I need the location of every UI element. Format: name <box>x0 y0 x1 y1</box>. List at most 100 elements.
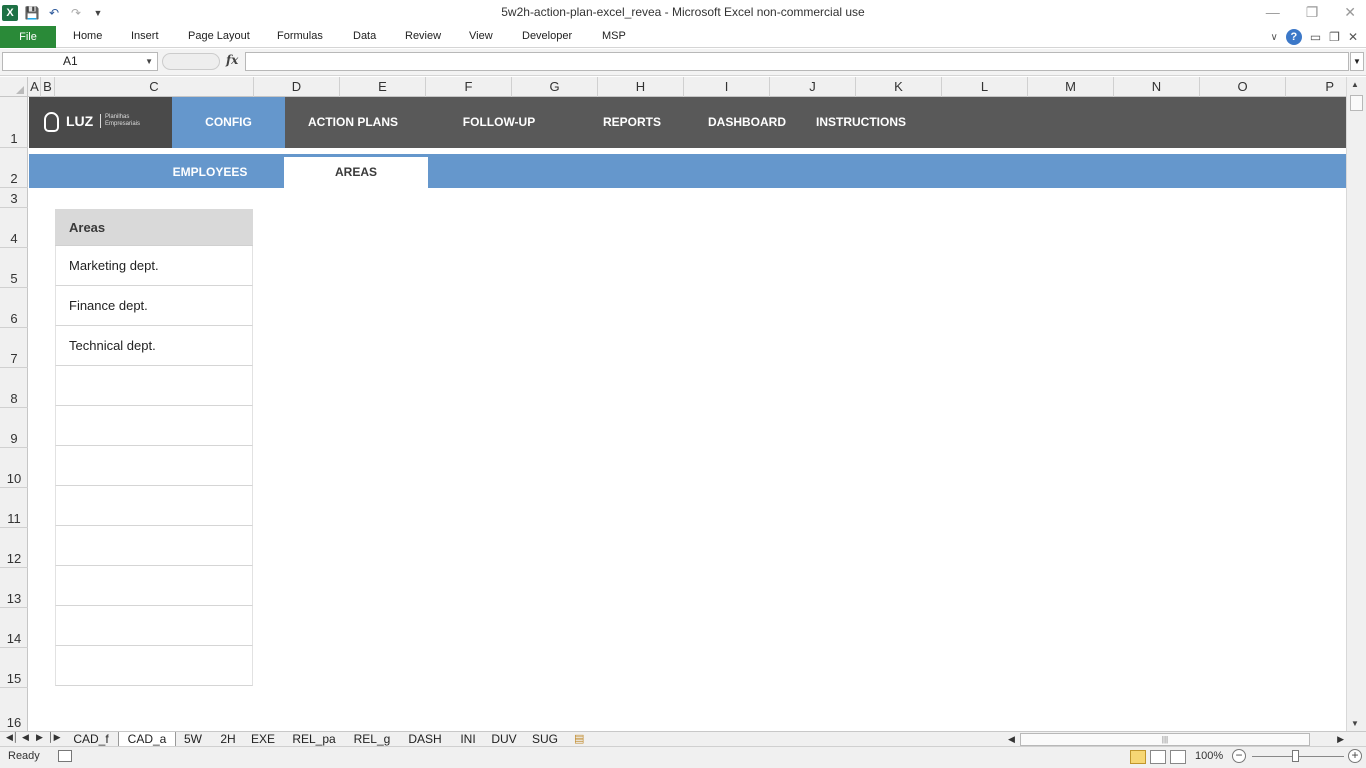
column-header[interactable]: M <box>1028 77 1114 97</box>
nav-reports[interactable]: REPORTS <box>589 97 675 148</box>
help-icon[interactable]: ? <box>1285 29 1302 45</box>
horizontal-scrollbar[interactable]: ◀ ||| ▶ <box>1006 733 1346 746</box>
first-sheet-icon[interactable]: ◀│ <box>6 732 19 743</box>
sheet-tab-rel-g[interactable]: REL_g <box>348 732 396 747</box>
row-header[interactable]: 1 <box>0 97 28 148</box>
row-header[interactable]: 5 <box>0 248 28 288</box>
formula-input[interactable] <box>245 52 1349 71</box>
file-tab[interactable]: File <box>0 26 56 48</box>
sheet-tab-exe[interactable]: EXE <box>246 732 280 747</box>
zoom-level[interactable]: 100% <box>1195 750 1223 762</box>
area-cell[interactable] <box>55 366 253 406</box>
row-header[interactable]: 10 <box>0 448 28 488</box>
sheet-tab-ini[interactable]: INI <box>454 732 482 747</box>
row-header[interactable]: 4 <box>0 208 28 248</box>
tab-view[interactable]: View <box>469 30 493 42</box>
page-break-view-icon[interactable] <box>1170 750 1186 764</box>
tab-home[interactable]: Home <box>73 30 102 42</box>
zoom-out-icon[interactable]: − <box>1232 749 1246 763</box>
column-header[interactable]: C <box>55 77 254 97</box>
minimize-icon[interactable]: — <box>1266 4 1280 21</box>
row-header[interactable]: 11 <box>0 488 28 528</box>
vertical-scrollbar[interactable]: ▲ ▼ <box>1346 77 1366 731</box>
column-header[interactable]: E <box>340 77 426 97</box>
scroll-down-icon[interactable]: ▼ <box>1351 719 1359 728</box>
tab-insert[interactable]: Insert <box>131 30 159 42</box>
last-sheet-icon[interactable]: │▶ <box>48 732 61 743</box>
column-header[interactable]: P <box>1286 77 1346 97</box>
row-header[interactable]: 7 <box>0 328 28 368</box>
column-header[interactable]: N <box>1114 77 1200 97</box>
page-layout-view-icon[interactable] <box>1150 750 1166 764</box>
prev-sheet-icon[interactable]: ◀ <box>22 732 29 743</box>
workbook-close-icon[interactable]: ✕ <box>1348 30 1358 44</box>
sheet-tab-duv[interactable]: DUV <box>488 732 520 747</box>
subnav-employees[interactable]: EMPLOYEES <box>159 157 261 188</box>
nav-dashboard[interactable]: DASHBOARD <box>699 97 795 148</box>
nav-follow-up[interactable]: FOLLOW-UP <box>441 97 557 148</box>
insert-function-icon[interactable]: fx <box>226 53 238 67</box>
worksheet[interactable]: LUZ Planilhas Empresariais CONFIG ACTION… <box>29 97 1346 731</box>
insert-sheet-icon[interactable]: ▤ <box>574 732 584 745</box>
row-header[interactable]: 6 <box>0 288 28 328</box>
nav-instructions[interactable]: INSTRUCTIONS <box>809 97 913 148</box>
column-header[interactable]: J <box>770 77 856 97</box>
area-cell[interactable]: Marketing dept. <box>55 246 253 286</box>
column-header[interactable]: L <box>942 77 1028 97</box>
column-header[interactable]: A <box>29 77 41 97</box>
column-header[interactable]: H <box>598 77 684 97</box>
workbook-minimize-icon[interactable]: ▭ <box>1310 30 1321 44</box>
row-header[interactable]: 12 <box>0 528 28 568</box>
area-cell[interactable]: Finance dept. <box>55 286 253 326</box>
normal-view-icon[interactable] <box>1130 750 1146 764</box>
row-header[interactable]: 16 <box>0 688 28 731</box>
nav-config[interactable]: CONFIG <box>172 97 285 148</box>
subnav-areas[interactable]: AREAS <box>284 157 428 188</box>
close-icon[interactable]: ✕ <box>1344 4 1356 21</box>
restore-icon[interactable]: ❐ <box>1306 4 1319 21</box>
zoom-in-icon[interactable]: + <box>1348 749 1362 763</box>
column-header[interactable]: D <box>254 77 340 97</box>
area-cell[interactable] <box>55 526 253 566</box>
tab-formulas[interactable]: Formulas <box>277 30 323 42</box>
expand-formula-bar-icon[interactable]: ▼ <box>1350 52 1364 71</box>
workbook-restore-icon[interactable]: ❐ <box>1329 30 1340 44</box>
area-cell[interactable] <box>55 486 253 526</box>
select-all-corner[interactable] <box>0 77 28 97</box>
sheet-tab-sug[interactable]: SUG <box>528 732 562 747</box>
tab-msp[interactable]: MSP <box>602 30 626 42</box>
scroll-left-icon[interactable]: ◀ <box>1008 734 1015 745</box>
row-header[interactable]: 3 <box>0 188 28 208</box>
tab-data[interactable]: Data <box>353 30 376 42</box>
chevron-down-icon[interactable]: ▼ <box>145 53 153 70</box>
column-header[interactable]: G <box>512 77 598 97</box>
sheet-tab-dash[interactable]: DASH <box>403 732 447 747</box>
row-header[interactable]: 13 <box>0 568 28 608</box>
vertical-scroll-thumb[interactable] <box>1350 95 1363 111</box>
tab-review[interactable]: Review <box>405 30 441 42</box>
area-cell[interactable] <box>55 646 253 686</box>
column-header[interactable]: K <box>856 77 942 97</box>
sheet-tab-cad-a[interactable]: CAD_a <box>118 732 176 747</box>
area-cell[interactable] <box>55 406 253 446</box>
tab-developer[interactable]: Developer <box>522 30 572 42</box>
area-cell[interactable]: Technical dept. <box>55 326 253 366</box>
sheet-tab-2h[interactable]: 2H <box>214 732 242 747</box>
row-header[interactable]: 8 <box>0 368 28 408</box>
area-cell[interactable] <box>55 606 253 646</box>
horizontal-scroll-thumb[interactable]: ||| <box>1020 733 1310 746</box>
area-cell[interactable] <box>55 566 253 606</box>
tab-page-layout[interactable]: Page Layout <box>188 30 250 42</box>
macro-recording-icon[interactable] <box>58 750 72 762</box>
zoom-slider-thumb[interactable] <box>1292 750 1299 762</box>
sheet-tab-5w[interactable]: 5W <box>178 732 208 747</box>
row-header[interactable]: 14 <box>0 608 28 648</box>
column-header[interactable]: F <box>426 77 512 97</box>
next-sheet-icon[interactable]: ▶ <box>36 732 43 743</box>
row-header[interactable]: 15 <box>0 648 28 688</box>
column-header[interactable]: I <box>684 77 770 97</box>
name-box[interactable]: A1 ▼ <box>2 52 158 71</box>
column-header[interactable]: B <box>41 77 55 97</box>
minimize-ribbon-icon[interactable]: ∨ <box>1271 32 1278 43</box>
sheet-tab-rel-pa[interactable]: REL_pa <box>286 732 342 747</box>
